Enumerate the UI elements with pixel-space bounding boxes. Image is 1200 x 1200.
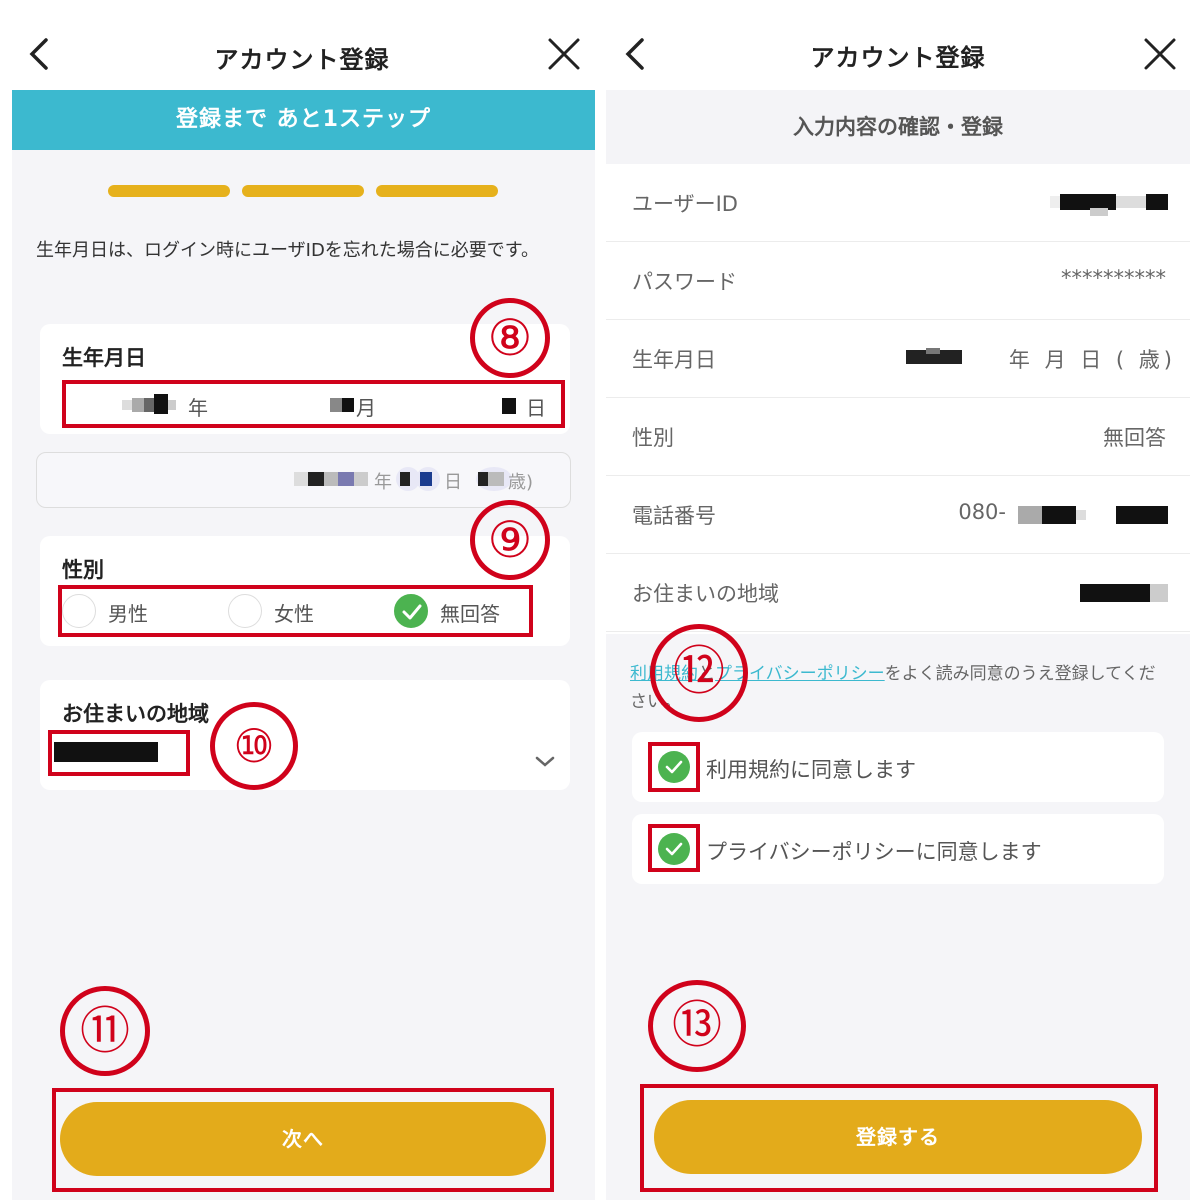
step-bar [108, 185, 230, 197]
age-year-unit: 年 [374, 472, 392, 493]
radio-label-male[interactable]: 男性 [108, 598, 148, 627]
row-key: ユーザーID [632, 192, 738, 216]
redacted-user-id [1050, 194, 1168, 216]
annotation-8: ⑧ [470, 298, 550, 378]
redacted-birth-year [906, 348, 962, 364]
radio-no-answer[interactable] [394, 594, 428, 628]
row-key: 性別 [632, 426, 674, 450]
row-user-id: ユーザーID [606, 164, 1190, 242]
month-unit[interactable]: 月 [356, 392, 376, 421]
annotation-9: ⑨ [470, 500, 550, 580]
redacted-age-year [294, 468, 374, 494]
agree-privacy-highlight [648, 824, 700, 872]
radio-label-no-answer[interactable]: 無回答 [440, 598, 500, 627]
redacted-region [54, 742, 158, 766]
step-bar [376, 185, 498, 197]
redacted-month [330, 394, 356, 420]
header: アカウント登録 [604, 0, 1192, 90]
row-key: パスワード [632, 270, 737, 294]
agree-terms-row[interactable]: 利用規約に同意します [632, 732, 1164, 802]
birthdate-note: 生年月日は、ログイン時にユーザIDを忘れた場合に必要です。 [36, 240, 540, 261]
row-key: 生年月日 [632, 348, 716, 372]
age-day-unit: 日 [444, 472, 462, 493]
step-progress [108, 185, 498, 197]
annotation-11: ⑪ [60, 986, 150, 1076]
row-value: 無回答 [1103, 426, 1166, 450]
close-icon[interactable] [1142, 36, 1178, 72]
radio-female[interactable] [228, 594, 262, 628]
page-title: アカウント登録 [214, 46, 390, 74]
annotation-13: ⑬ [648, 980, 746, 1072]
redacted-phone [1018, 506, 1168, 524]
radio-label-female[interactable]: 女性 [274, 598, 314, 627]
gender-label: 性別 [62, 558, 104, 582]
left-screen: アカウント登録 登録まで あと1ステップ 生年月日は、ログイン時にユーザIDを忘… [8, 0, 596, 1200]
year-unit[interactable]: 年 [188, 392, 208, 421]
checkmark-icon [402, 604, 422, 620]
row-birthdate: 生年月日 年 月 日 ( 歳) [606, 320, 1190, 398]
row-value: 年 月 日 ( 歳) [1008, 348, 1176, 372]
next-button[interactable]: 次へ [60, 1102, 546, 1176]
row-key: 電話番号 [632, 504, 716, 528]
day-unit[interactable]: 日 [526, 392, 546, 421]
row-gender: 性別 無回答 [606, 398, 1190, 476]
row-region: お住まいの地域 [606, 554, 1190, 632]
agree-privacy-label[interactable]: プライバシーポリシーに同意します [706, 836, 1042, 866]
register-button[interactable]: 登録する [654, 1100, 1142, 1174]
progress-banner: 登録まで あと1ステップ [12, 90, 595, 150]
page-title: アカウント登録 [810, 44, 986, 72]
close-icon[interactable] [546, 36, 582, 72]
row-value: ********** [1061, 266, 1166, 290]
agree-terms-label[interactable]: 利用規約に同意します [706, 754, 916, 784]
agree-privacy-row[interactable]: プライバシーポリシーに同意します [632, 814, 1164, 884]
step-bar [242, 185, 364, 197]
age-suffix: 歳) [508, 472, 534, 493]
redacted-region [1080, 584, 1168, 602]
redacted-day [502, 396, 518, 420]
chevron-down-icon[interactable] [534, 755, 556, 769]
annotation-10: ⑩ [210, 702, 298, 790]
redacted-age-month [394, 466, 442, 496]
right-screen: アカウント登録 入力内容の確認・登録 ユーザーID パスワード ********… [604, 0, 1192, 1200]
agree-terms-highlight [648, 742, 700, 792]
row-value: 080- [958, 500, 1006, 524]
row-password: パスワード ********** [606, 242, 1190, 320]
confirm-subheader: 入力内容の確認・登録 [606, 90, 1190, 164]
row-phone: 電話番号 080- [606, 476, 1190, 554]
annotation-12: ⑫ [650, 624, 748, 722]
birthdate-label: 生年月日 [62, 346, 146, 370]
region-label: お住まいの地域 [62, 702, 209, 726]
row-key: お住まいの地域 [632, 582, 779, 606]
radio-male[interactable] [62, 594, 96, 628]
redacted-year [122, 392, 182, 420]
header: アカウント登録 [8, 0, 596, 90]
